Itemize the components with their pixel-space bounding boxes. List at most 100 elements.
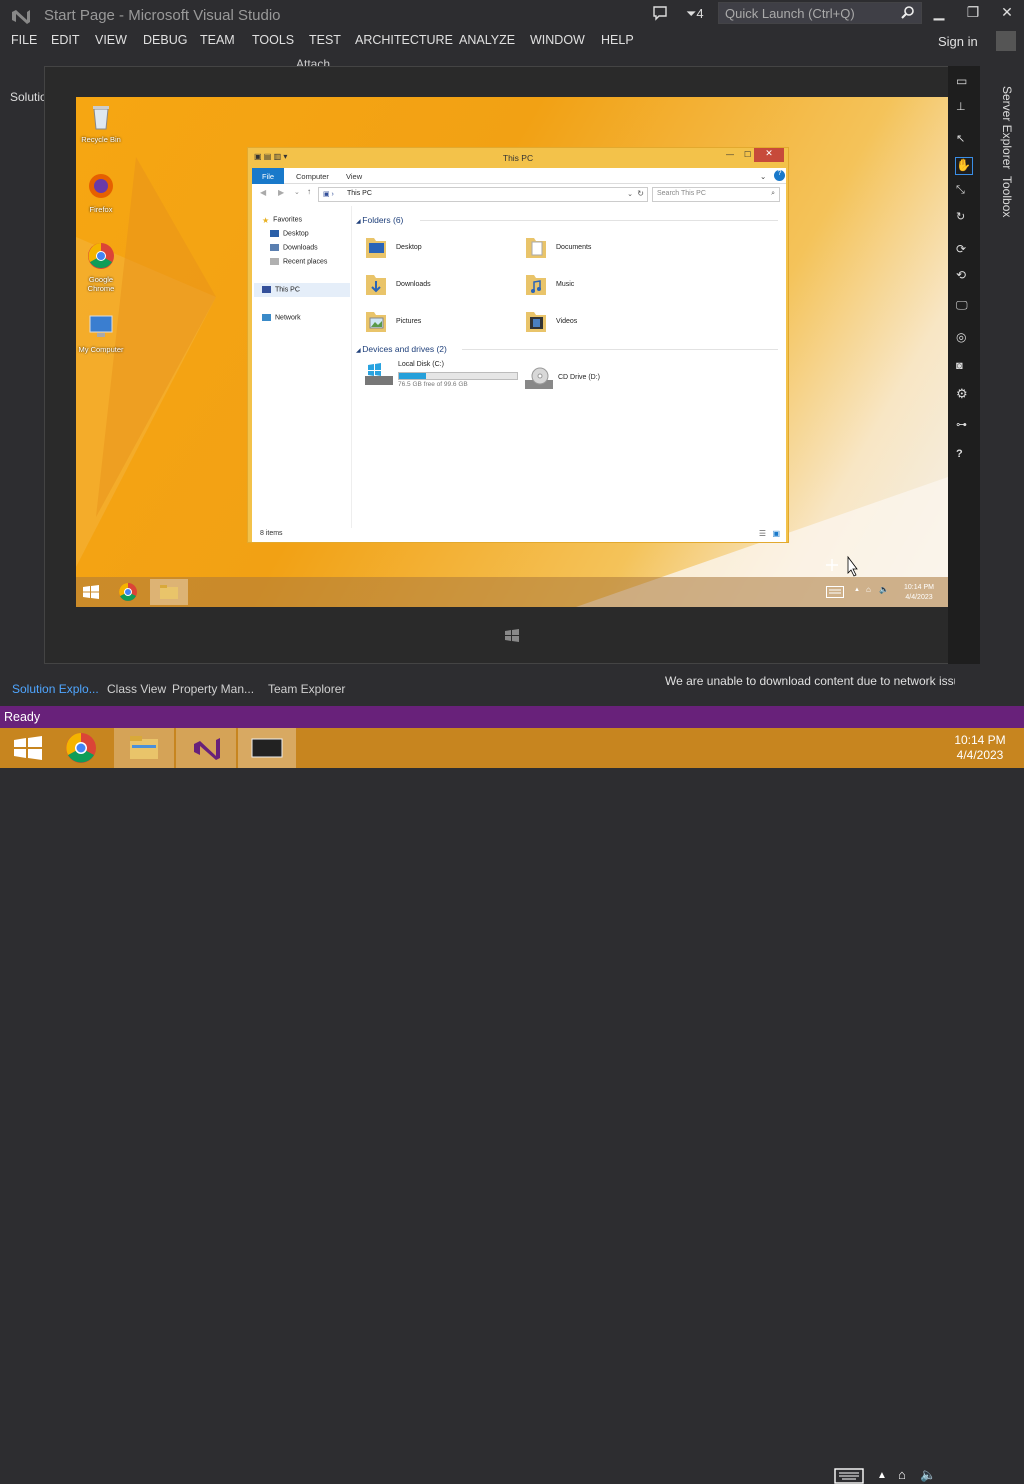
tab-class-view[interactable]: Class View [107, 682, 166, 696]
menu-debug[interactable]: DEBUG [143, 33, 187, 47]
desktop-icon-chrome[interactable]: Google Chrome [76, 241, 126, 293]
nav-downloads[interactable]: Downloads [270, 244, 318, 251]
chrome-icon[interactable] [56, 728, 112, 768]
tab-solution-explorer[interactable]: Solution Explo... [12, 682, 99, 696]
forward-arrow-icon[interactable]: ▶ [278, 188, 284, 197]
this-pc-icon [262, 286, 271, 293]
resolution-icon[interactable]: 🖵 [956, 298, 972, 314]
folder-label: Desktop [396, 244, 422, 251]
folders-group-header[interactable]: ◢ Folders (6) [356, 215, 403, 225]
rotate-gesture-icon[interactable]: ↻ [956, 210, 972, 226]
tab-property-manager[interactable]: Property Man... [172, 682, 254, 696]
rotate-clockwise-icon[interactable]: ⟳ [956, 242, 972, 258]
refresh-icon[interactable]: ↻ [637, 189, 644, 198]
pointer-icon[interactable]: ↖ [956, 132, 972, 148]
explorer-close-button[interactable]: ✕ [754, 148, 784, 162]
camera-icon[interactable]: ◙ [956, 360, 972, 376]
menu-test[interactable]: TEST [309, 33, 341, 47]
user-avatar-icon[interactable] [996, 31, 1016, 51]
details-view-icon[interactable]: ☰ [759, 529, 766, 538]
explorer-maximize-button[interactable]: ☐ [744, 150, 751, 159]
tab-server-explorer[interactable]: Server Explorer [1000, 86, 1014, 169]
minimize-button[interactable]: ▁ [926, 4, 952, 24]
folders-header-text: Folders (6) [362, 215, 404, 225]
navigation-pane: ★ Favorites Desktop Downloads Recent plac… [252, 206, 352, 528]
menu-help[interactable]: HELP [601, 33, 634, 47]
explorer-title-bar[interactable]: ▣ ▤ ▥ ▾ This PC — ☐ ✕ [248, 148, 788, 168]
large-icons-view-icon[interactable]: ▣ [772, 529, 780, 538]
tray-chevron-icon[interactable]: ▲ [877, 1470, 887, 1481]
nav-desktop[interactable]: Desktop [270, 230, 309, 237]
emulator-windows-button-icon[interactable] [502, 626, 522, 646]
search-icon [901, 6, 914, 19]
ribbon-tab-view[interactable]: View [346, 172, 362, 181]
menu-edit[interactable]: EDIT [51, 33, 79, 47]
restore-button[interactable]: ❐ [960, 4, 986, 24]
start-button-icon[interactable] [0, 728, 56, 768]
guest-clock[interactable]: 10:14 PM 4/4/2023 [894, 583, 944, 603]
guest-network-icon[interactable]: ⌂ [866, 585, 871, 594]
devices-group-header[interactable]: ◢ Devices and drives (2) [356, 344, 447, 354]
help-icon[interactable]: ? [956, 448, 972, 464]
address-dropdown-icon[interactable]: ⌄ [627, 190, 633, 198]
address-bar[interactable]: ▣ › This PC ⌄ ↻ [318, 187, 648, 202]
guest-tray-chevron-icon[interactable]: ▲ [854, 587, 860, 593]
nav-this-pc[interactable]: This PC [254, 283, 350, 297]
back-arrow-icon[interactable]: ◀ [260, 188, 266, 197]
tab-team-explorer[interactable]: Team Explorer [268, 682, 345, 696]
visual-studio-taskbar-icon[interactable] [176, 728, 236, 768]
network-icon[interactable]: ⌂ [898, 1467, 906, 1482]
menu-view[interactable]: VIEW [95, 33, 127, 47]
folder-label: Downloads [396, 281, 431, 288]
desktop-icon-firefox[interactable]: Firefox [76, 171, 126, 214]
tab-toolbox[interactable]: Toolbox [1000, 176, 1014, 217]
quick-launch-input[interactable]: Quick Launch (Ctrl+Q) [718, 2, 922, 24]
emu-minimize-icon[interactable]: ▭ [956, 74, 972, 90]
guest-explorer-taskbar-button[interactable] [150, 579, 188, 605]
menu-file[interactable]: FILE [11, 33, 37, 47]
keyboard-icon[interactable] [834, 1468, 864, 1484]
ribbon-tab-computer[interactable]: Computer [296, 172, 329, 181]
search-input[interactable]: Search This PC ⌕ [652, 187, 780, 202]
notification-count: 4 [696, 6, 704, 21]
volume-muted-icon[interactable]: 🔈 [920, 1467, 936, 1483]
file-explorer-icon[interactable] [114, 728, 174, 768]
guest-start-icon[interactable] [82, 584, 100, 600]
menu-architecture[interactable]: ARCHITECTURE [355, 33, 453, 47]
host-clock[interactable]: 10:14 PM 4/4/2023 [944, 733, 1016, 763]
pinch-icon[interactable]: ⤡ [956, 184, 972, 200]
rotate-counterclockwise-icon[interactable]: ⟲ [956, 268, 972, 284]
ribbon-expand-chevron-icon[interactable]: ⌄ [760, 172, 766, 181]
guest-volume-icon[interactable]: 🔈 [879, 585, 889, 594]
computer-icon [89, 315, 113, 337]
sign-in-link[interactable]: Sign in [938, 34, 978, 49]
desktop-icon-recycle-bin[interactable]: Recycle Bin [76, 101, 126, 144]
settings-gear-icon[interactable]: ⚙ [956, 386, 972, 402]
feedback-icon[interactable] [652, 5, 668, 21]
guest-keyboard-icon[interactable] [826, 586, 844, 598]
notifications-button[interactable]: ⏷4 [686, 6, 704, 22]
file-explorer-window[interactable]: ▣ ▤ ▥ ▾ This PC — ☐ ✕ File Computer View… [247, 147, 789, 543]
drive-name: Local Disk (C:) [398, 361, 444, 368]
recent-dropdown-icon[interactable]: ⌄ [294, 188, 300, 196]
desktop-icon-my-computer[interactable]: My Computer [76, 311, 126, 354]
nav-network[interactable]: Network [262, 314, 301, 321]
close-button[interactable]: ✕ [994, 4, 1020, 24]
emulator-taskbar-icon[interactable] [238, 728, 296, 768]
menu-team[interactable]: TEAM [200, 33, 235, 47]
touch-hand-icon[interactable]: ✋ [955, 157, 973, 175]
explorer-minimize-button[interactable]: — [726, 150, 734, 159]
nav-recent-places[interactable]: Recent places [270, 258, 327, 265]
network-settings-icon[interactable]: ⊶ [956, 418, 972, 434]
menu-tools[interactable]: TOOLS [252, 33, 294, 47]
up-arrow-icon[interactable]: ↑ [307, 187, 311, 196]
ribbon-tab-file[interactable]: File [252, 168, 284, 184]
guest-chrome-icon[interactable] [118, 582, 138, 602]
location-globe-icon[interactable]: ◎ [956, 330, 972, 346]
help-icon[interactable]: ? [774, 170, 785, 181]
menu-window[interactable]: WINDOW [530, 33, 585, 47]
nav-favorites[interactable]: ★ Favorites [262, 216, 302, 225]
emu-pin-icon[interactable]: ⊥ [956, 100, 972, 116]
status-text: Ready [4, 710, 41, 724]
menu-analyze[interactable]: ANALYZE [459, 33, 515, 47]
